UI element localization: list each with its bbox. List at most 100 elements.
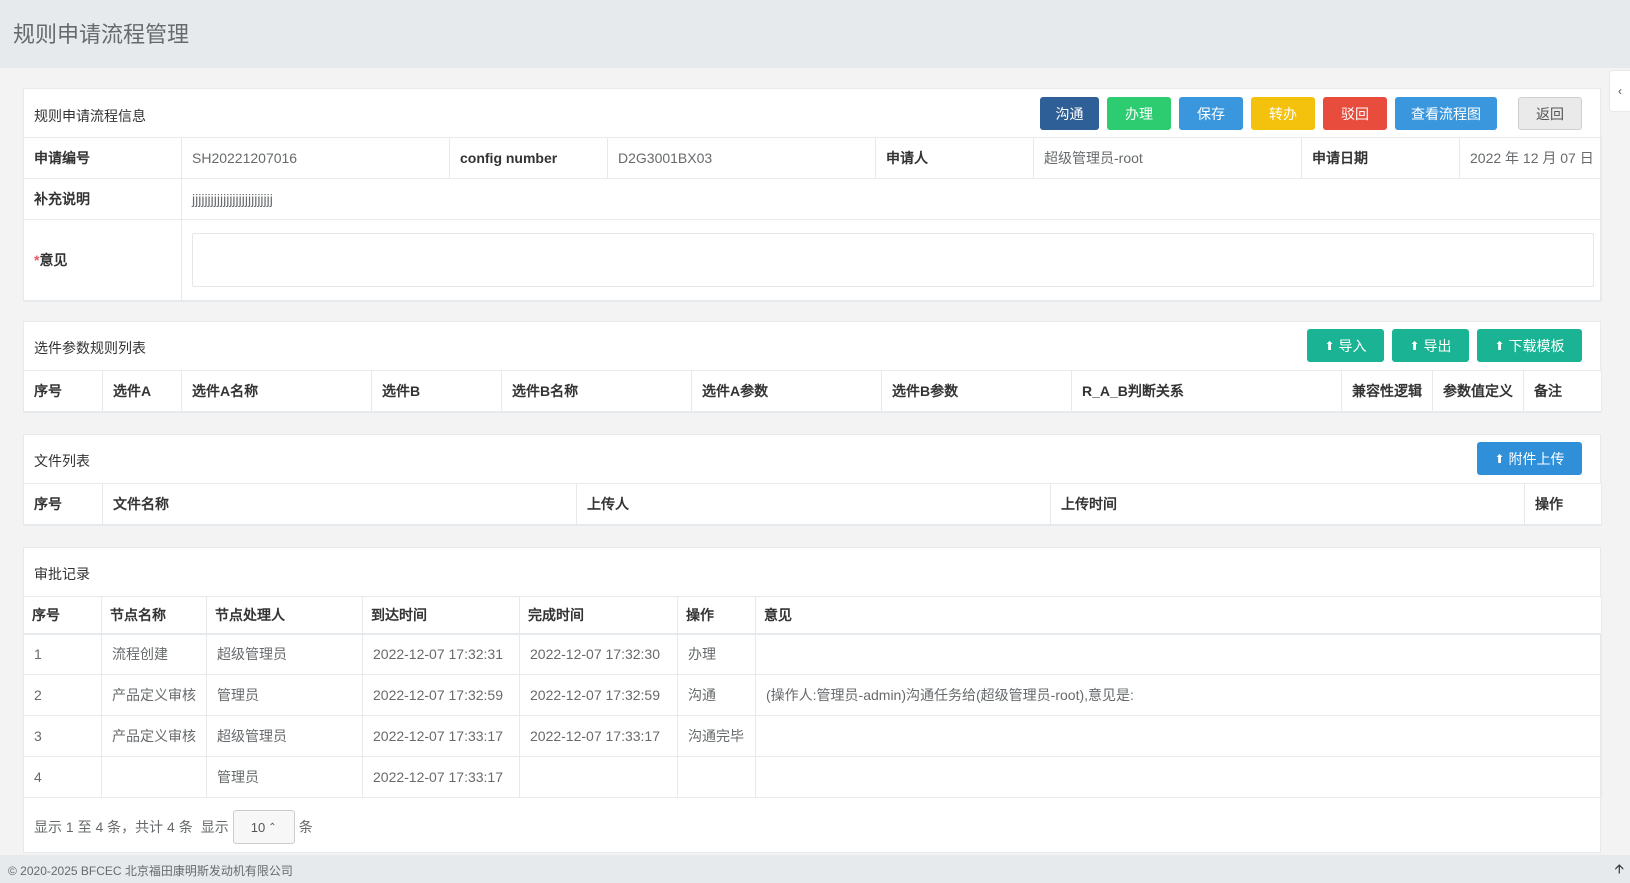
- rules-col-option-a-param: 选件A参数: [691, 370, 882, 412]
- cell-arrive-time: 2022-12-07 17:32:31: [362, 633, 520, 675]
- rules-col-param-def: 参数值定义: [1432, 370, 1524, 412]
- back-label: 返回: [1536, 105, 1564, 122]
- cell-action: 沟通完毕: [677, 715, 756, 757]
- opinion-label: 意见: [39, 252, 68, 268]
- approval-col-seq: 序号: [23, 596, 102, 634]
- back-button[interactable]: 返回: [1518, 97, 1582, 130]
- page-size-value: 10: [250, 819, 266, 835]
- upload-icon: ⬆: [1494, 338, 1505, 353]
- side-toggle-tab[interactable]: ‹: [1609, 70, 1630, 112]
- upload-label: 附件上传: [1508, 450, 1565, 467]
- page-size-select[interactable]: 10 ⌃: [232, 810, 295, 844]
- upload-icon: ⬆: [1324, 338, 1335, 353]
- files-col-uploader: 上传人: [576, 483, 1051, 525]
- import-label: 导入: [1338, 337, 1367, 354]
- cell-seq: 3: [23, 715, 102, 757]
- opinion-cell: [181, 219, 1602, 301]
- approval-table: 序号 节点名称 节点处理人 到达时间 完成时间 操作 意见 1 流程创建 超级管…: [23, 596, 1602, 798]
- cell-node-name: 产品定义审核: [101, 674, 207, 716]
- cell-arrive-time: 2022-12-07 17:33:17: [362, 756, 520, 798]
- save-label: 保存: [1197, 105, 1225, 122]
- approval-col-node-name: 节点名称: [101, 596, 207, 634]
- cell-handler: 超级管理员: [206, 633, 363, 675]
- import-button[interactable]: ⬆ 导入: [1307, 329, 1384, 362]
- info-panel: 规则申请流程信息 沟通 办理 保存 转办 驳回 查看流程图 返回 申请编号 SH…: [23, 88, 1602, 302]
- cell-finish-time: 2022-12-07 17:33:17: [519, 715, 678, 757]
- cell-finish-time: 2022-12-07 17:32:30: [519, 633, 678, 675]
- files-table: 序号 文件名称 上传人 上传时间 操作: [23, 483, 1602, 525]
- opinion-textarea[interactable]: [192, 233, 1594, 287]
- approval-panel-title: 审批记录: [34, 566, 90, 582]
- approval-col-arrive-time: 到达时间: [362, 596, 520, 634]
- pagination: 显示 1 至 4 条，共计 4 条 显示 10 ⌃ 条: [34, 810, 313, 844]
- table-row: 3 产品定义审核 超级管理员 2022-12-07 17:33:17 2022-…: [23, 715, 1602, 757]
- rules-panel-title: 选件参数规则列表: [34, 340, 146, 356]
- cell-finish-time: [519, 756, 678, 798]
- download-template-button[interactable]: ⬆ 下载模板: [1477, 329, 1582, 362]
- cell-action: [677, 756, 756, 798]
- rules-col-option-b-name: 选件B名称: [501, 370, 692, 412]
- cell-handler: 超级管理员: [206, 715, 363, 757]
- files-col-upload-time: 上传时间: [1050, 483, 1525, 525]
- pagination-unit-label: 条: [298, 819, 313, 835]
- rules-col-remark: 备注: [1523, 370, 1602, 412]
- cell-finish-time: 2022-12-07 17:32:59: [519, 674, 678, 716]
- page-header: 规则申请流程管理: [0, 0, 1630, 68]
- cell-opinion: [755, 756, 1602, 798]
- cell-seq: 2: [23, 674, 102, 716]
- apply-no-label: 申请编号: [23, 137, 182, 179]
- export-button[interactable]: ⬆ 导出: [1392, 329, 1469, 362]
- rules-col-option-b-param: 选件B参数: [881, 370, 1072, 412]
- attachment-upload-button[interactable]: ⬆ 附件上传: [1477, 442, 1582, 475]
- cell-opinion: (操作人:管理员-admin)沟通任务给(超级管理员-root),意见是:: [755, 674, 1602, 716]
- rules-col-option-b: 选件B: [371, 370, 502, 412]
- pagination-summary: 显示 1 至 4 条，共计 4 条: [34, 819, 193, 835]
- table-row: 4 管理员 2022-12-07 17:33:17: [23, 756, 1602, 798]
- files-col-action: 操作: [1524, 483, 1602, 525]
- transfer-label: 转办: [1269, 105, 1297, 122]
- apply-date-label: 申请日期: [1301, 137, 1460, 179]
- opinion-label-cell: *意见: [23, 219, 182, 301]
- upload-icon: ⬆: [1494, 451, 1505, 466]
- footer-copyright: © 2020-2025 BFCEC 北京福田康明斯发动机有限公司: [8, 864, 293, 878]
- info-table: 申请编号 SH20221207016 config number D2G3001…: [23, 137, 1602, 301]
- config-number-value: D2G3001BX03: [607, 137, 876, 179]
- page-title: 规则申请流程管理: [13, 22, 190, 47]
- back-to-top-icon[interactable]: 🡩: [1615, 860, 1624, 882]
- export-label: 导出: [1423, 337, 1452, 354]
- approval-col-action: 操作: [677, 596, 756, 634]
- table-row: 2 产品定义审核 管理员 2022-12-07 17:32:59 2022-12…: [23, 674, 1602, 716]
- pagination-show-label: 显示: [200, 819, 229, 835]
- files-col-seq: 序号: [23, 483, 103, 525]
- rules-col-option-a: 选件A: [102, 370, 182, 412]
- cell-arrive-time: 2022-12-07 17:33:17: [362, 715, 520, 757]
- approval-col-handler: 节点处理人: [206, 596, 363, 634]
- applicant-label: 申请人: [875, 137, 1034, 179]
- note-value: jjjjjjjjjjjjjjjjjjjjjjjjjj: [181, 178, 1602, 220]
- communicate-button[interactable]: 沟通: [1040, 97, 1099, 130]
- cell-node-name: [101, 756, 207, 798]
- rules-col-relation: R_A_B判断关系: [1071, 370, 1342, 412]
- cell-handler: 管理员: [206, 756, 363, 798]
- reject-button[interactable]: 驳回: [1323, 97, 1387, 130]
- table-row: 1 流程创建 超级管理员 2022-12-07 17:32:31 2022-12…: [23, 633, 1602, 675]
- approval-panel: 审批记录 序号 节点名称 节点处理人 到达时间 完成时间 操作 意见 1 流程创…: [23, 547, 1602, 853]
- footer: © 2020-2025 BFCEC 北京福田康明斯发动机有限公司 🡩: [0, 855, 1630, 883]
- cell-opinion: [755, 633, 1602, 675]
- cell-seq: 4: [23, 756, 102, 798]
- save-button[interactable]: 保存: [1179, 97, 1243, 130]
- handle-button[interactable]: 办理: [1107, 97, 1171, 130]
- rules-col-compat-logic: 兼容性逻辑: [1341, 370, 1433, 412]
- cell-opinion: [755, 715, 1602, 757]
- cell-node-name: 产品定义审核: [101, 715, 207, 757]
- flowchart-label: 查看流程图: [1411, 105, 1481, 122]
- view-flowchart-button[interactable]: 查看流程图: [1395, 97, 1497, 130]
- applicant-value: 超级管理员-root: [1033, 137, 1302, 179]
- transfer-button[interactable]: 转办: [1251, 97, 1315, 130]
- handle-label: 办理: [1125, 105, 1153, 122]
- chevron-up-icon: ⌃: [268, 821, 277, 833]
- rules-col-seq: 序号: [23, 370, 103, 412]
- rules-col-option-a-name: 选件A名称: [181, 370, 372, 412]
- apply-no-value: SH20221207016: [181, 137, 450, 179]
- config-number-label: config number: [449, 137, 608, 179]
